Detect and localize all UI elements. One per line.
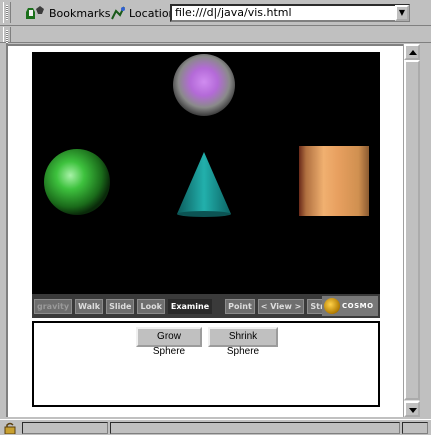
vrml-canvas <box>44 54 369 217</box>
status-bar <box>0 419 431 435</box>
cylinder[interactable] <box>299 146 369 216</box>
nav-gravity-button[interactable]: gravity <box>34 298 73 314</box>
status-message-cell <box>110 422 400 434</box>
url-dropdown-button[interactable]: ▼ <box>395 5 409 21</box>
bookmarks-button[interactable]: Bookmarks <box>24 4 110 22</box>
toolbar-grip[interactable] <box>3 2 11 23</box>
location-label-group: Location: <box>110 4 179 22</box>
sphere-green[interactable] <box>44 149 110 215</box>
cosmo-logo-icon <box>324 298 340 314</box>
control-form: Grow Sphere Shrink Sphere <box>32 321 380 407</box>
scroll-up-button[interactable] <box>404 44 420 60</box>
personal-toolbar <box>0 27 431 45</box>
nav-view-button[interactable]: < View > <box>257 298 305 314</box>
nav-walk-button[interactable]: Walk <box>75 298 104 314</box>
status-progress-cell <box>22 422 108 434</box>
cone-base <box>177 211 231 217</box>
arrow-up-icon <box>409 50 417 55</box>
vrml-navigation-bar: gravity Walk Slide Look Examine Point < … <box>32 294 380 318</box>
url-input[interactable]: file:///d|/java/vis.html <box>170 4 410 22</box>
location-icon[interactable] <box>110 5 126 21</box>
scroll-down-button[interactable] <box>404 401 420 417</box>
bookmarks-icon <box>26 6 44 19</box>
security-lock-icon[interactable] <box>3 422 17 434</box>
grow-sphere-button[interactable]: Grow Sphere <box>136 327 202 357</box>
sphere-purple[interactable] <box>173 54 235 116</box>
nav-examine-button[interactable]: Examine <box>167 298 213 314</box>
location-toolbar: Bookmarks Location: file:///d|/java/vis.… <box>0 0 431 26</box>
nav-point-button[interactable]: Point <box>225 298 255 314</box>
cone[interactable] <box>177 152 231 214</box>
nav-slide-button[interactable]: Slide <box>106 298 135 314</box>
scroll-thumb[interactable] <box>404 60 420 400</box>
page-viewport: gravity Walk Slide Look Examine Point < … <box>6 44 403 417</box>
cosmo-logo-text: COSMO <box>342 302 374 310</box>
vertical-scrollbar[interactable] <box>403 44 420 417</box>
arrow-down-icon <box>409 408 417 413</box>
chevron-down-icon: ▼ <box>398 8 406 17</box>
toolbar-grip[interactable] <box>3 27 11 45</box>
vrml-scene[interactable] <box>32 52 380 318</box>
status-resize-cell <box>402 422 428 434</box>
bookmarks-label: Bookmarks <box>49 6 111 20</box>
shrink-sphere-button[interactable]: Shrink Sphere <box>208 327 278 357</box>
nav-look-button[interactable]: Look <box>137 298 165 314</box>
cosmo-logo[interactable]: COSMO <box>322 296 378 316</box>
